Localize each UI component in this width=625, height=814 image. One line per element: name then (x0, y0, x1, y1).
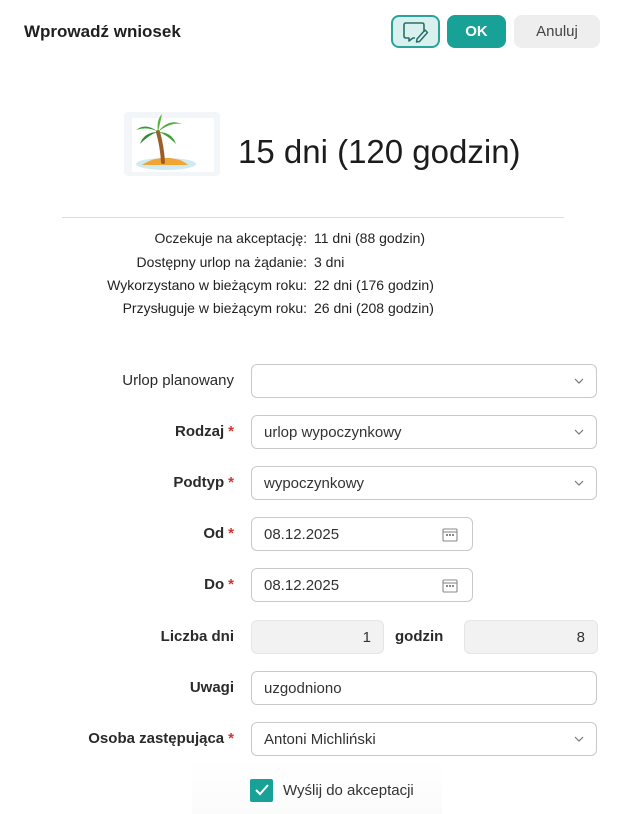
leave-total: 15 dni (120 godzin) (238, 133, 521, 170)
dialog-title: Wprowadź wniosek (24, 22, 181, 41)
send-for-approval-checkbox[interactable] (250, 778, 273, 802)
chevron-down-icon (574, 480, 584, 486)
required-mark: * (228, 576, 234, 593)
type-value: urlop wypoczynkowy (264, 423, 402, 441)
hours-count: 8 (464, 620, 598, 654)
planned-leave-label: Urlop planowany (122, 372, 234, 389)
from-label: Od * (203, 525, 234, 542)
stat-label: Wykorzystano w bieżącym roku: (107, 277, 307, 293)
palm-tree-icon (106, 108, 222, 180)
to-date-value: 08.12.2025 (264, 576, 340, 594)
stat-pending: Oczekuje na akceptację: 11 dni (88 godzi… (0, 230, 625, 250)
days-count: 1 (251, 620, 384, 654)
stat-on-demand: Dostępny urlop na żądanie: 3 dni (0, 254, 625, 274)
note-pen-icon (402, 21, 428, 43)
notes-label: Uwagi (189, 679, 234, 696)
chevron-down-icon (574, 429, 584, 435)
cancel-button[interactable]: Anuluj (514, 15, 600, 48)
send-for-approval[interactable]: Wyślij do akceptacji (250, 778, 414, 802)
form-row-duration: Liczba dni 1 godzin 8 (0, 620, 625, 654)
from-date-input[interactable]: 08.12.2025 (251, 517, 473, 551)
checkmark-icon (254, 784, 269, 796)
ok-button[interactable]: OK (447, 15, 506, 48)
notes-input[interactable]: uzgodniono (251, 671, 597, 705)
subtype-select[interactable]: wypoczynkowy (251, 466, 597, 500)
substitute-select[interactable]: Antoni Michliński (251, 722, 597, 756)
send-for-approval-label: Wyślij do akceptacji (283, 781, 414, 799)
form-row-subtype: Podtyp * wypoczynkowy (0, 466, 625, 500)
form-row-substitute: Osoba zastępująca * Antoni Michliński (0, 722, 625, 756)
form-row-notes: Uwagi uzgodniono (0, 671, 625, 705)
calendar-icon[interactable] (442, 527, 458, 542)
substitute-label: Osoba zastępująca * (88, 730, 234, 747)
required-mark: * (228, 423, 234, 440)
from-date-value: 08.12.2025 (264, 525, 340, 543)
stat-entitled: Przysługuje w bieżącym roku: 26 dni (208… (0, 300, 625, 320)
divider (62, 217, 564, 218)
stat-value: 26 dni (208 godzin) (314, 300, 434, 316)
stat-value: 3 dni (314, 254, 345, 270)
stat-used: Wykorzystano w bieżącym roku: 22 dni (17… (0, 277, 625, 297)
form-row-planned: Urlop planowany (0, 364, 625, 398)
to-date-input[interactable]: 08.12.2025 (251, 568, 473, 602)
form-row-type: Rodzaj * urlop wypoczynkowy (0, 415, 625, 449)
stat-value: 22 dni (176 godzin) (314, 277, 434, 293)
required-mark: * (228, 474, 234, 491)
required-mark: * (228, 525, 234, 542)
type-select[interactable]: urlop wypoczynkowy (251, 415, 597, 449)
add-note-button[interactable] (391, 15, 440, 48)
planned-leave-select[interactable] (251, 364, 597, 398)
stat-label: Przysługuje w bieżącym roku: (122, 300, 307, 316)
hours-label: godzin (395, 628, 444, 645)
stat-label: Dostępny urlop na żądanie: (136, 254, 307, 270)
required-mark: * (228, 730, 234, 747)
form-row-from: Od * 08.12.2025 (0, 517, 625, 551)
chevron-down-icon (574, 736, 584, 742)
stat-label: Oczekuje na akceptację: (154, 230, 307, 246)
dialog-header: Wprowadź wniosek OK Anuluj (0, 0, 625, 64)
type-label: Rodzaj * (174, 423, 234, 440)
chevron-down-icon (574, 378, 584, 384)
substitute-value: Antoni Michliński (264, 730, 376, 748)
calendar-icon[interactable] (442, 578, 458, 593)
subtype-label: Podtyp * (173, 474, 234, 491)
days-label: Liczba dni (160, 628, 234, 645)
stat-value: 11 dni (88 godzin) (314, 230, 426, 246)
form-row-to: Do * 08.12.2025 (0, 568, 625, 602)
to-label: Do * (204, 576, 234, 593)
subtype-value: wypoczynkowy (264, 474, 365, 492)
